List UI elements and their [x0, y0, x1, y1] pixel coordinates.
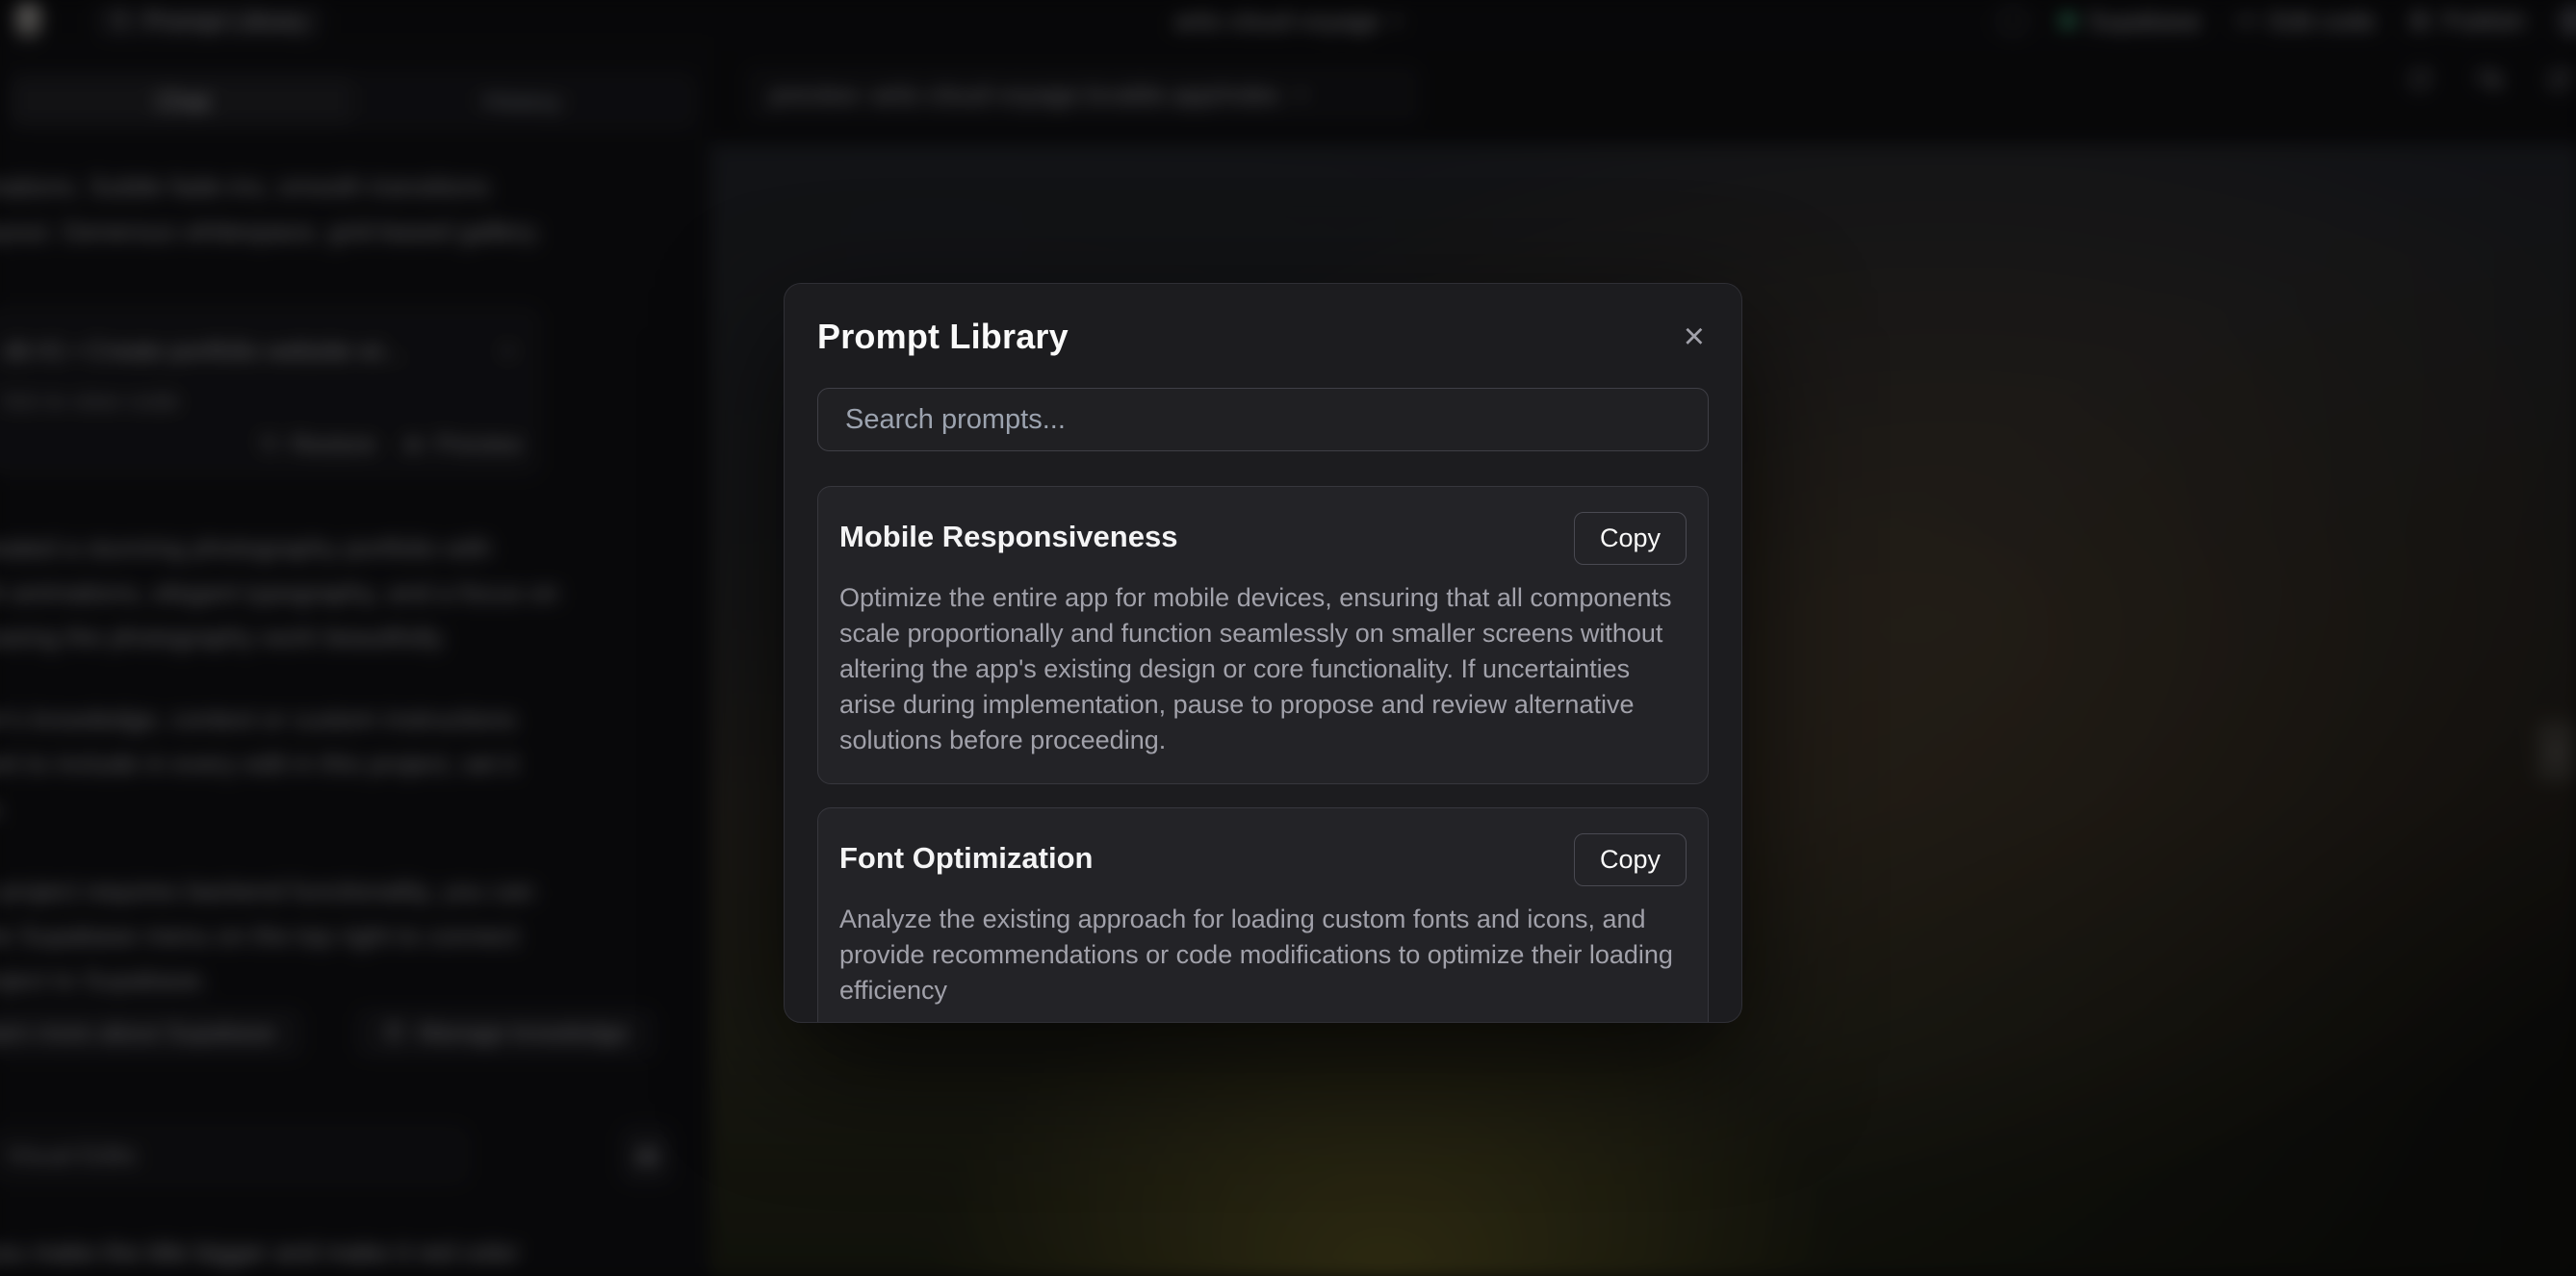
copy-button[interactable]: Copy — [1574, 512, 1687, 565]
prompt-title: Font Optimization — [839, 833, 1093, 876]
search-input[interactable] — [817, 388, 1709, 451]
close-icon[interactable]: × — [1680, 319, 1709, 355]
modal-title: Prompt Library — [817, 317, 1069, 357]
prompt-list: Mobile Responsiveness Copy Optimize the … — [817, 486, 1709, 1023]
prompt-description: Analyze the existing approach for loadin… — [839, 902, 1687, 1008]
prompt-description: Optimize the entire app for mobile devic… — [839, 580, 1687, 758]
app-window: Prompt Library artic-cloud-voyage ▾ Supa… — [0, 0, 2576, 1276]
prompt-library-modal: Prompt Library × Mobile Responsiveness C… — [784, 283, 1742, 1023]
prompt-title: Mobile Responsiveness — [839, 512, 1177, 554]
prompt-card-font-optimization: Font Optimization Copy Analyze the exist… — [817, 807, 1709, 1023]
copy-button[interactable]: Copy — [1574, 833, 1687, 886]
prompt-card-mobile-responsiveness: Mobile Responsiveness Copy Optimize the … — [817, 486, 1709, 784]
